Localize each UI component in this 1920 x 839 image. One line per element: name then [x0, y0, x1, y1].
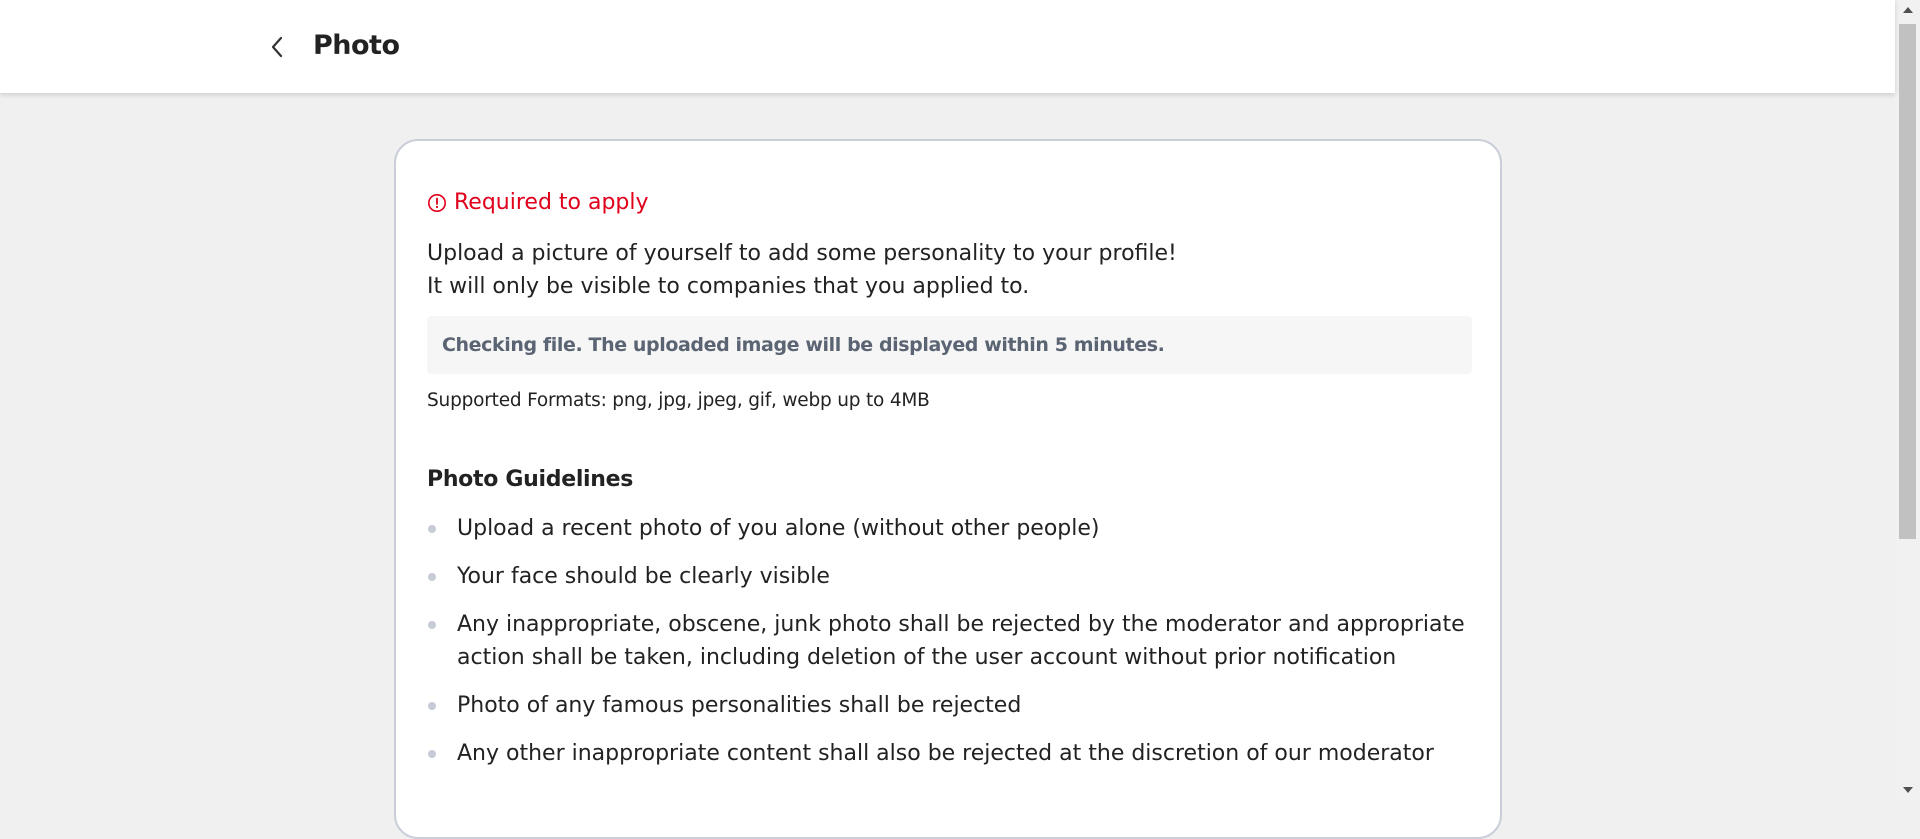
description-line-1: Upload a picture of yourself to add some…	[427, 241, 1177, 266]
bullet-dot	[428, 702, 436, 710]
photo-description: Upload a picture of yourself to add some…	[427, 237, 1467, 303]
guideline-text: Any other inappropriate content shall al…	[457, 741, 1434, 766]
vertical-scrollbar[interactable]	[1895, 0, 1920, 800]
bullet-dot	[428, 621, 436, 629]
page-title: Photo	[313, 30, 400, 61]
scroll-down-button[interactable]	[1895, 780, 1920, 800]
chevron-left-icon	[271, 36, 283, 58]
bullet-dot	[428, 750, 436, 758]
bullet-dot	[428, 573, 436, 581]
guidelines-list: Upload a recent photo of you alone (with…	[427, 512, 1472, 785]
bullet-dot	[428, 525, 436, 533]
scrollbar-thumb[interactable]	[1899, 24, 1916, 539]
upload-status-notice: Checking file. The uploaded image will b…	[427, 316, 1472, 374]
guidelines-title: Photo Guidelines	[427, 467, 634, 492]
required-label: Required to apply	[454, 190, 649, 215]
guideline-text: Photo of any famous personalities shall …	[457, 693, 1022, 718]
supported-formats: Supported Formats: png, jpg, jpeg, gif, …	[427, 390, 930, 411]
alert-circle-icon	[428, 193, 446, 212]
guideline-item: Upload a recent photo of you alone (with…	[427, 512, 1472, 545]
top-header: Photo	[0, 0, 1895, 93]
caret-up-icon	[1902, 7, 1913, 13]
guideline-text: Upload a recent photo of you alone (with…	[457, 516, 1100, 541]
upload-status-text: Checking file. The uploaded image will b…	[442, 334, 1165, 356]
guideline-item: Your face should be clearly visible	[427, 560, 1472, 593]
guideline-text: Your face should be clearly visible	[457, 564, 830, 589]
required-notice: Required to apply	[427, 190, 649, 215]
scroll-up-button[interactable]	[1895, 0, 1920, 20]
back-button[interactable]	[263, 33, 291, 61]
caret-down-icon	[1902, 787, 1913, 793]
guideline-text: Any inappropriate, obscene, junk photo s…	[457, 612, 1465, 670]
description-line-2: It will only be visible to companies tha…	[427, 274, 1030, 299]
guideline-item: Photo of any famous personalities shall …	[427, 689, 1472, 722]
guideline-item: Any other inappropriate content shall al…	[427, 737, 1472, 770]
photo-card: Required to apply Upload a picture of yo…	[394, 139, 1502, 839]
guideline-item: Any inappropriate, obscene, junk photo s…	[427, 608, 1472, 674]
